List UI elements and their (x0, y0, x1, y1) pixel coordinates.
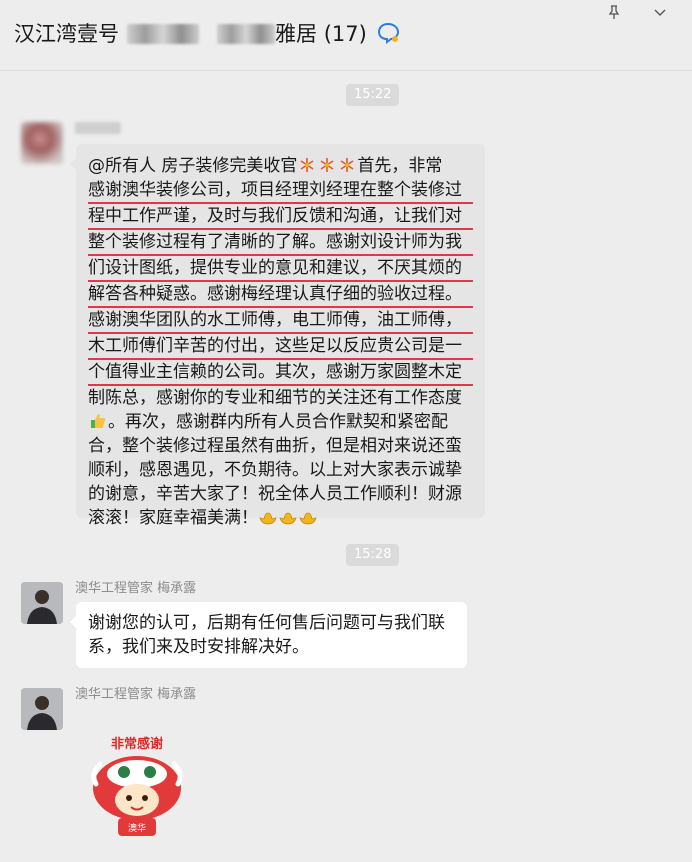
fireworks-icon (320, 158, 334, 172)
avatar[interactable] (21, 582, 63, 624)
redacted-title-part (127, 24, 199, 44)
message-line: 木工师傅们辛苦的付出，这些足以反应贵公司是一 (88, 334, 473, 360)
message-line: 感谢澳华装修公司，项目经理刘经理在整个装修过 (88, 178, 473, 204)
sender-name: 澳华工程管家 梅承露 (75, 687, 197, 702)
message-line: 们设计图纸，提供专业的意见和建议，不厌其烦的 (88, 256, 473, 282)
sender-name: 澳华工程管家 梅承露 (75, 581, 197, 596)
member-count: (17) (323, 22, 367, 46)
chat-title[interactable]: 汉江湾壹号 雅居 (17) (14, 18, 401, 48)
fireworks-icon (300, 158, 314, 172)
message-line: 顺利，感恩遇见，不负期待。以上对大家表示诚挚 (88, 460, 462, 480)
chat-title-suffix: 雅居 (275, 22, 317, 46)
timestamp: 15:28 (346, 544, 400, 566)
message-bubble[interactable]: @所有人 房子装修完美收官 首先，非常 感谢澳华装修公司，项目经理刘经理在整个装修… (70, 144, 485, 528)
message-line: 个值得业主信赖的公司。其次，感谢万家圆整木定 (88, 360, 473, 386)
bubble-arrow (70, 158, 76, 170)
message-line: 解答各种疑惑。感谢梅经理认真仔细的验收过程。 (88, 282, 473, 308)
chat-header: 汉江湾壹号 雅居 (17) (0, 0, 692, 71)
chat-title-prefix: 汉江湾壹号 (14, 22, 119, 46)
message-line: 滚滚！家庭幸福美满！ (88, 506, 473, 530)
message-line: 谢谢您的认可，后期有任何售后问题可与我们联 (88, 613, 445, 633)
message-line: 整个装修过程有了清晰的了解。感谢刘设计师为我 (88, 230, 473, 256)
message-line: 合，整个装修过程虽然有曲折，但是相对来说还蛮 (88, 436, 462, 456)
lion-dance-sticker[interactable]: 非常感谢 澳华 (82, 734, 192, 838)
message-bubble[interactable]: 谢谢您的认可，后期有任何售后问题可与我们联 系，我们来及时安排解决好。 (70, 602, 467, 668)
timestamp: 15:22 (346, 84, 400, 106)
thumbs-up-icon (91, 414, 106, 428)
message-line: 程中工作严谨，及时与我们反馈和沟通，让我们对 (88, 204, 473, 230)
gold-ingot-icon (279, 512, 297, 525)
sticker-text: 非常感谢 (111, 736, 163, 752)
pin-icon[interactable] (606, 4, 622, 20)
message-line: 制陈总，感谢你的专业和细节的关注还有工作态度 (88, 388, 462, 408)
message-line: @所有人 房子装修完美收官 首先，非常 (88, 156, 443, 176)
sticker-badge: 澳华 (128, 822, 146, 834)
redacted-title-part (217, 24, 275, 44)
gold-ingot-icon (259, 512, 277, 525)
message-line: 感谢澳华团队的水工师傅，电工师傅，油工师傅， (88, 308, 473, 334)
message-line: 。再次，感谢群内所有人员合作默契和紧密配 (88, 410, 473, 434)
gold-ingot-icon (299, 512, 317, 525)
person-avatar-icon (21, 582, 63, 624)
person-avatar-icon (21, 688, 63, 730)
avatar[interactable] (21, 688, 63, 730)
group-chat-icon (378, 22, 400, 44)
fireworks-icon (340, 158, 354, 172)
message-line: 的谢意，辛苦大家了！祝全体人员工作顺利！财源 (88, 484, 462, 504)
more-icon[interactable] (652, 5, 668, 21)
sender-name-redacted (75, 122, 121, 134)
avatar[interactable] (21, 122, 63, 164)
bubble-arrow (70, 616, 76, 628)
message-line: 系，我们来及时安排解决好。 (88, 637, 309, 657)
